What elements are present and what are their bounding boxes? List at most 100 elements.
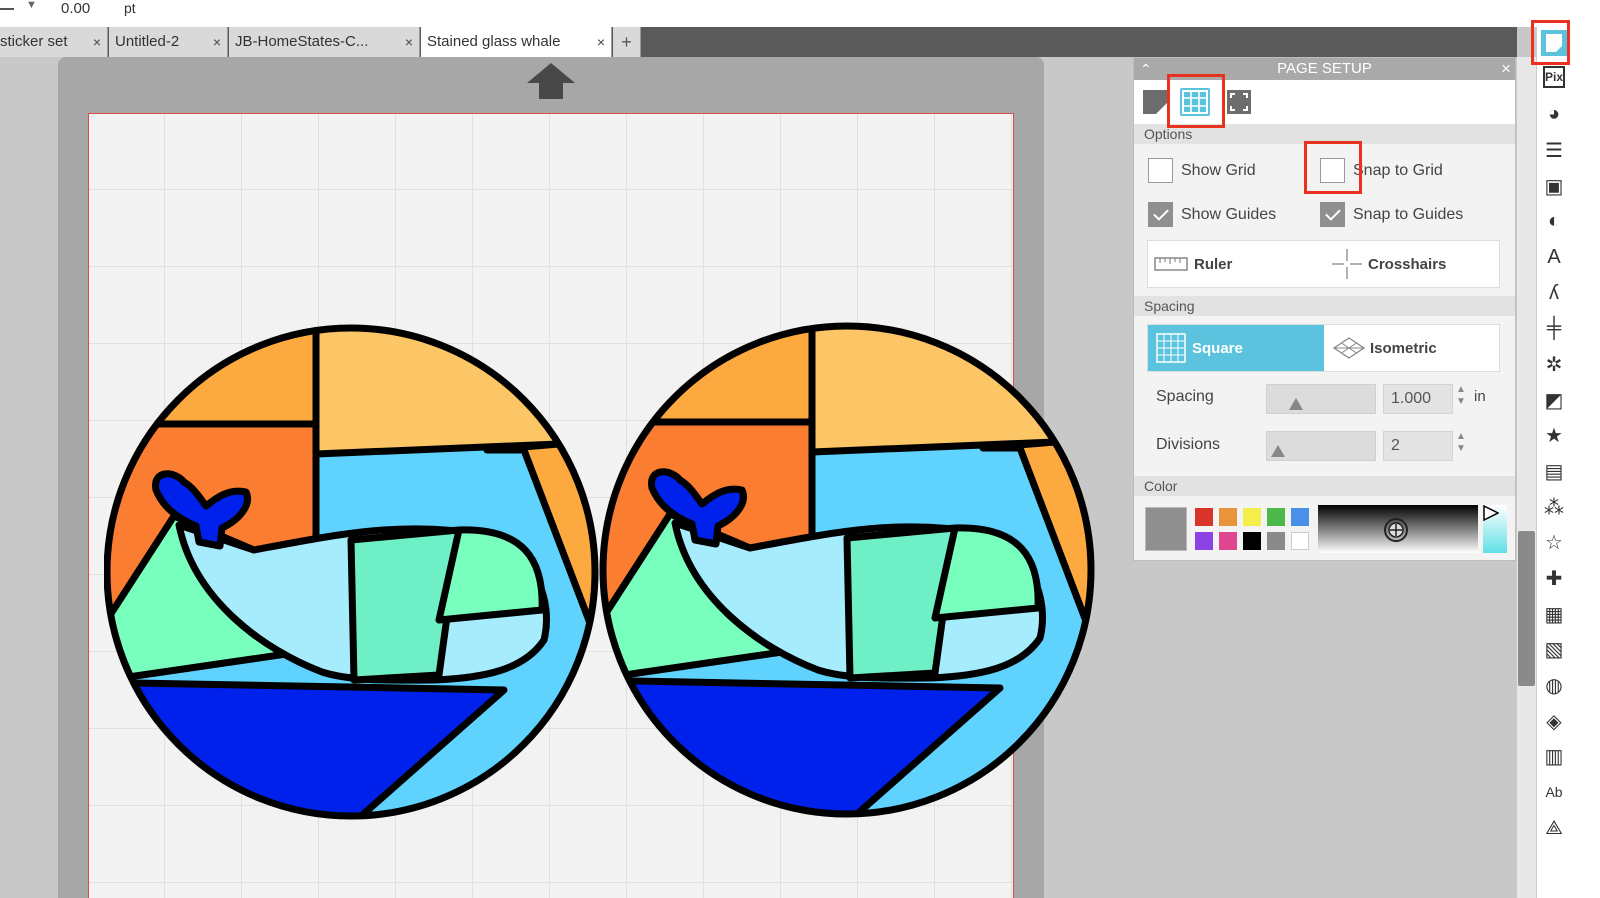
page-icon[interactable] — [1142, 88, 1168, 116]
page-setup-panel: ⌃ PAGE SETUP × Options Show Grid Snap to… — [1133, 57, 1516, 561]
layers-icon[interactable]: ▦ — [1541, 601, 1567, 627]
fill-icon[interactable]: ◕ — [1541, 101, 1567, 127]
divisions-input[interactable]: 2 — [1383, 431, 1453, 461]
show-guides-label: Show Guides — [1181, 205, 1277, 223]
design-icon[interactable]: ⁂ — [1541, 494, 1567, 520]
chevron-down-icon[interactable]: ▼ — [26, 0, 37, 11]
close-icon[interactable]: × — [93, 27, 101, 57]
color-picker-target-icon[interactable] — [1383, 517, 1409, 543]
line-width-input[interactable]: 0.00 — [56, 0, 108, 18]
square-grid-button[interactable]: Square — [1148, 325, 1324, 371]
ruler-crosshairs-row: Ruler Crosshairs — [1147, 240, 1500, 288]
library-icon[interactable]: ▤ — [1541, 458, 1567, 484]
tab-stained-glass-whale[interactable]: Stained glass whale × — [421, 27, 612, 57]
close-icon[interactable]: × — [213, 27, 221, 57]
close-icon[interactable]: × — [405, 27, 413, 57]
ruler-icon — [1154, 257, 1188, 271]
stained-glass-whale-artwork[interactable] — [104, 320, 1096, 825]
grid-type-toggle: Square Isometric — [1147, 324, 1500, 372]
tab-label: JB-HomeStates-C... — [235, 33, 369, 50]
align-icon[interactable]: ╪ — [1541, 315, 1567, 341]
text-icon[interactable]: A — [1541, 244, 1567, 270]
image-icon[interactable]: ▣ — [1541, 173, 1567, 199]
feed-direction-arrow-icon — [527, 63, 575, 99]
color-section-label: Color — [1134, 476, 1515, 496]
snap-to-guides-label: Snap to Guides — [1353, 205, 1464, 223]
scrollbar-thumb[interactable] — [1518, 531, 1535, 686]
pixscan-icon[interactable]: Pix — [1543, 66, 1565, 88]
puzzle-icon[interactable]: ✚ — [1541, 565, 1567, 591]
slider-thumb[interactable] — [1289, 398, 1303, 410]
isometric-grid-icon — [1332, 337, 1366, 359]
color-swatch-green[interactable] — [1267, 508, 1285, 526]
snap-to-guides-checkbox[interactable] — [1320, 202, 1345, 227]
map-icon[interactable]: ▥ — [1541, 743, 1567, 769]
document-tabs: sticker set × Untitled-2 × JB-HomeStates… — [0, 27, 1517, 57]
highlight-grid-tab — [1167, 74, 1225, 128]
crop-marks-icon[interactable] — [1226, 88, 1252, 116]
spacing-unit: in — [1474, 388, 1486, 405]
show-guides-checkbox[interactable] — [1148, 202, 1173, 227]
color-swatch-orange[interactable] — [1219, 508, 1237, 526]
warp-icon[interactable]: ◈ — [1541, 708, 1567, 734]
replicate-icon[interactable]: ✲ — [1541, 351, 1567, 377]
current-color-swatch[interactable] — [1145, 507, 1187, 551]
font-icon[interactable]: Ab — [1541, 779, 1567, 805]
color-swatch-white[interactable] — [1291, 532, 1309, 550]
isometric-grid-button[interactable]: Isometric — [1324, 325, 1500, 371]
divisions-stepper[interactable]: ▲ ▼ — [1456, 431, 1466, 455]
line-style-icon[interactable] — [0, 8, 14, 10]
isometric-label: Isometric — [1370, 339, 1437, 357]
tab-sticker-set[interactable]: sticker set × — [0, 27, 108, 57]
color-swatch-red[interactable] — [1195, 508, 1213, 526]
snap-to-guides-option[interactable]: Snap to Guides — [1320, 202, 1463, 227]
tab-label: sticker set — [0, 33, 68, 50]
star-outline-icon[interactable]: ☆ — [1541, 529, 1567, 555]
spacing-stepper[interactable]: ▲ ▼ — [1456, 384, 1466, 408]
tab-label: Stained glass whale — [427, 33, 561, 50]
show-grid-checkbox[interactable] — [1148, 158, 1173, 183]
tab-untitled-2[interactable]: Untitled-2 × — [109, 27, 228, 57]
highlight-page-setup-icon — [1531, 20, 1570, 65]
color-swatch-black[interactable] — [1243, 532, 1261, 550]
spacing-input[interactable]: 1.000 — [1383, 384, 1453, 414]
close-icon[interactable]: × — [597, 27, 605, 57]
crystal-icon[interactable]: ⟁ — [1541, 815, 1567, 841]
show-guides-option[interactable]: Show Guides — [1148, 202, 1276, 227]
divisions-label: Divisions — [1156, 436, 1221, 453]
ruler-button[interactable]: Ruler — [1154, 241, 1324, 287]
crosshairs-button[interactable]: Crosshairs — [1330, 241, 1500, 287]
color-swatch-gray[interactable] — [1267, 532, 1285, 550]
color-gradient-picker[interactable] — [1318, 505, 1478, 553]
hue-slider[interactable] — [1483, 505, 1507, 553]
new-tab-button[interactable]: + — [613, 27, 641, 57]
divisions-slider[interactable] — [1266, 431, 1376, 461]
texture-icon[interactable]: ▧ — [1541, 636, 1567, 662]
spacing-section-label: Spacing — [1134, 296, 1515, 316]
contrast-icon[interactable]: ◐ — [1541, 208, 1567, 234]
tab-jb-homestates[interactable]: JB-HomeStates-C... × — [229, 27, 420, 57]
color-swatch-blue[interactable] — [1291, 508, 1309, 526]
spacing-slider[interactable] — [1266, 384, 1376, 414]
tab-label: Untitled-2 — [115, 33, 180, 50]
panel-title: PAGE SETUP — [1277, 60, 1372, 77]
snap-to-grid-label: Snap to Grid — [1353, 161, 1443, 179]
show-grid-label: Show Grid — [1181, 161, 1256, 179]
color-swatch-purple[interactable] — [1195, 532, 1213, 550]
spacing-label: Spacing — [1156, 388, 1214, 405]
slider-thumb[interactable] — [1271, 445, 1285, 457]
sphere-icon[interactable]: ◍ — [1541, 672, 1567, 698]
color-swatch-yellow[interactable] — [1243, 508, 1261, 526]
workspace-scrollbar[interactable] — [1517, 57, 1536, 898]
show-grid-option[interactable]: Show Grid — [1148, 158, 1256, 183]
transform-icon[interactable]: ◩ — [1541, 387, 1567, 413]
crosshairs-icon — [1332, 249, 1362, 279]
crosshairs-label: Crosshairs — [1368, 255, 1447, 273]
close-icon[interactable]: × — [1501, 58, 1511, 80]
hue-pointer-icon[interactable] — [1483, 505, 1499, 521]
color-swatch-pink[interactable] — [1219, 532, 1237, 550]
star-icon[interactable]: ★ — [1541, 422, 1567, 448]
collapse-icon[interactable]: ⌃ — [1140, 58, 1152, 80]
line-icon[interactable]: ☰ — [1541, 137, 1567, 163]
sketch-icon[interactable]: ʎ — [1541, 280, 1567, 306]
